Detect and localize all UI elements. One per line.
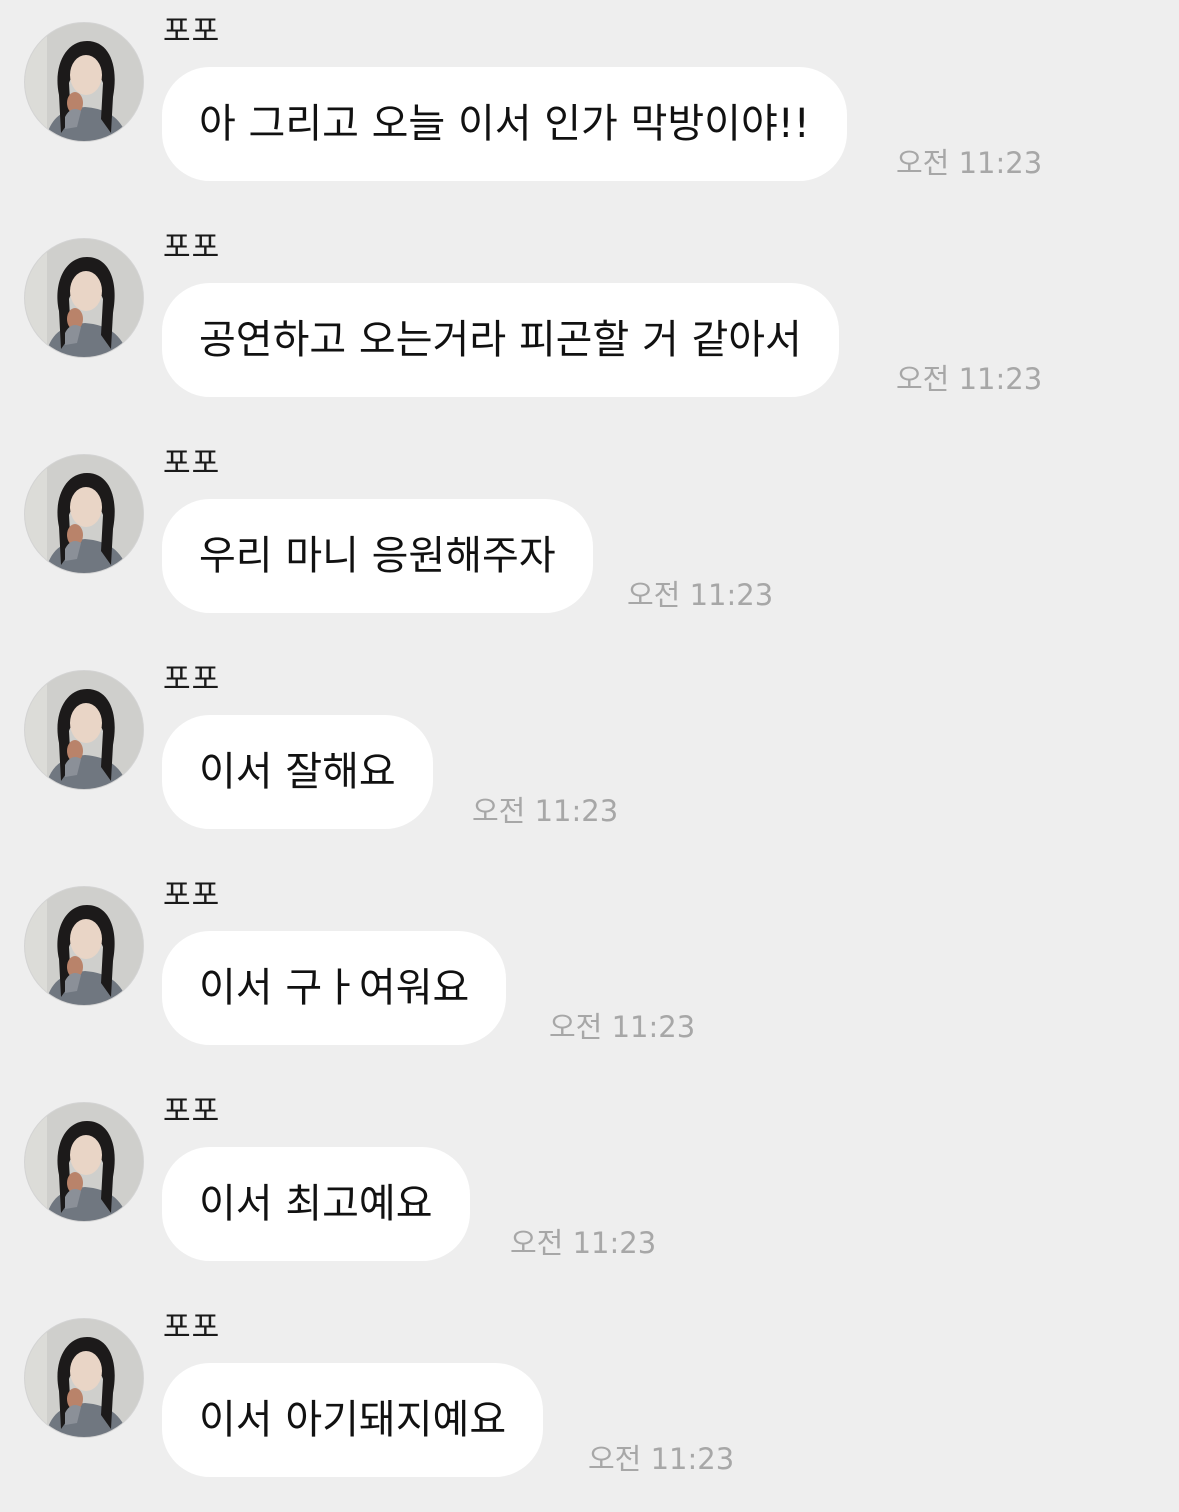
profile-photo-icon bbox=[25, 887, 143, 1005]
profile-photo-icon bbox=[25, 1319, 143, 1437]
message-row: 포포 이서 잘해요 오전 11:23 bbox=[0, 648, 1179, 864]
sender-name: 포포 bbox=[163, 878, 221, 913]
message-row: 포포 이서 아기돼지예요 오전 11:23 bbox=[0, 1296, 1179, 1512]
message-row: 포포 이서 구ㅏ여워요 오전 11:23 bbox=[0, 864, 1179, 1080]
sender-avatar[interactable] bbox=[24, 886, 144, 1006]
message-timestamp: 오전 11:23 bbox=[472, 794, 619, 828]
message-bubble[interactable]: 이서 최고예요 bbox=[162, 1147, 470, 1261]
message-row: 포포 이서 최고예요 오전 11:23 bbox=[0, 1080, 1179, 1296]
sender-avatar[interactable] bbox=[24, 238, 144, 358]
sender-name: 포포 bbox=[163, 1310, 221, 1345]
message-timestamp: 오전 11:23 bbox=[549, 1010, 696, 1044]
message-timestamp: 오전 11:23 bbox=[627, 578, 774, 612]
sender-avatar[interactable] bbox=[24, 670, 144, 790]
message-bubble[interactable]: 우리 마니 응원해주자 bbox=[162, 499, 593, 613]
sender-avatar[interactable] bbox=[24, 1318, 144, 1438]
message-timestamp: 오전 11:23 bbox=[896, 146, 1043, 180]
message-timestamp: 오전 11:23 bbox=[588, 1442, 735, 1476]
sender-name: 포포 bbox=[163, 662, 221, 697]
sender-avatar[interactable] bbox=[24, 1102, 144, 1222]
sender-name: 포포 bbox=[163, 1094, 221, 1129]
sender-avatar[interactable] bbox=[24, 22, 144, 142]
sender-name: 포포 bbox=[163, 446, 221, 481]
message-bubble[interactable]: 이서 잘해요 bbox=[162, 715, 433, 829]
message-timestamp: 오전 11:23 bbox=[510, 1226, 657, 1260]
profile-photo-icon bbox=[25, 455, 143, 573]
message-bubble[interactable]: 공연하고 오는거라 피곤할 거 같아서 bbox=[162, 283, 839, 397]
profile-photo-icon bbox=[25, 239, 143, 357]
message-bubble[interactable]: 아 그리고 오늘 이서 인가 막방이야!! bbox=[162, 67, 847, 181]
sender-name: 포포 bbox=[163, 230, 221, 265]
message-row: 포포 공연하고 오는거라 피곤할 거 같아서 오전 11:23 bbox=[0, 216, 1179, 432]
message-row: 포포 아 그리고 오늘 이서 인가 막방이야!! 오전 11:23 bbox=[0, 0, 1179, 216]
sender-avatar[interactable] bbox=[24, 454, 144, 574]
message-bubble[interactable]: 이서 아기돼지예요 bbox=[162, 1363, 544, 1477]
profile-photo-icon bbox=[25, 1103, 143, 1221]
chat-message-list: 포포 아 그리고 오늘 이서 인가 막방이야!! 오전 11:23 포포 공연하… bbox=[0, 0, 1179, 1490]
profile-photo-icon bbox=[25, 23, 143, 141]
message-timestamp: 오전 11:23 bbox=[896, 362, 1043, 396]
profile-photo-icon bbox=[25, 671, 143, 789]
sender-name: 포포 bbox=[163, 14, 221, 49]
message-bubble[interactable]: 이서 구ㅏ여워요 bbox=[162, 931, 507, 1045]
message-row: 포포 우리 마니 응원해주자 오전 11:23 bbox=[0, 432, 1179, 648]
